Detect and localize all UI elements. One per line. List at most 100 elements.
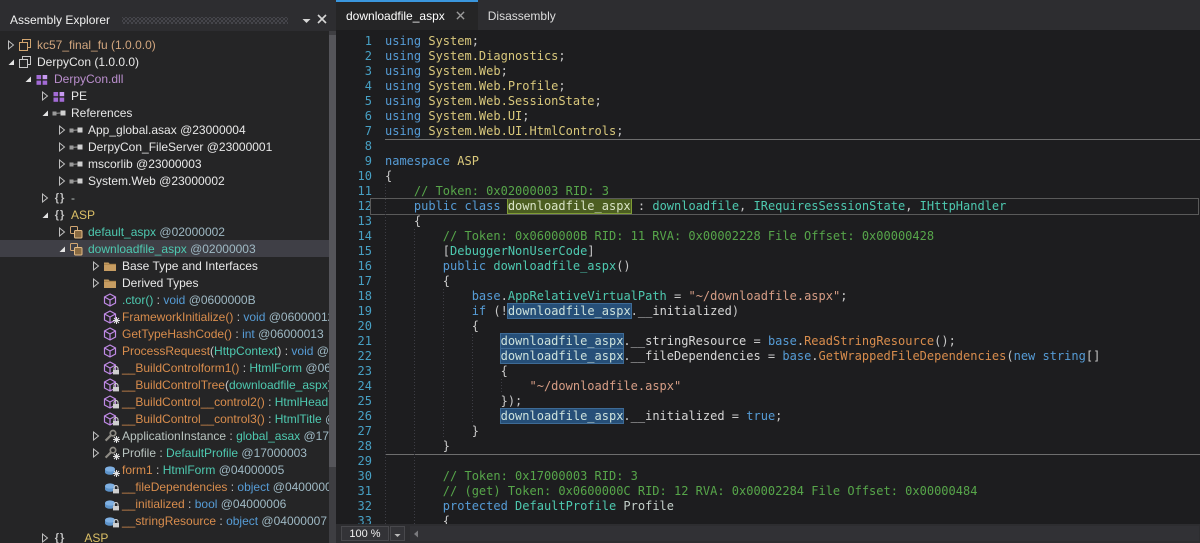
tree-item[interactable]: __BuildControl__control3() : HtmlTitle @ [0, 410, 329, 427]
expander-collapsed-icon[interactable] [4, 37, 17, 53]
tree-item[interactable]: .ctor() : void @0600000B [0, 291, 329, 308]
code-line-16: 16 public downloadfile_aspx() [336, 259, 1200, 274]
tab-close-button[interactable] [454, 9, 468, 23]
tree-item[interactable]: __fileDependencies : object @04000008 [0, 478, 329, 495]
expander-expanded-icon[interactable] [38, 105, 51, 121]
code-reference-highlight[interactable]: downloadfile_aspx [501, 349, 624, 363]
tab-disassembly[interactable]: Disassembly [478, 0, 566, 30]
tree-item[interactable]: PE [0, 87, 329, 104]
tree-item[interactable]: DerpyCon.dll [0, 70, 329, 87]
tree-item[interactable]: DerpyCon (1.0.0.0) [0, 53, 329, 70]
tree-item[interactable]: FrameworkInitialize() : void @06000012 [0, 308, 329, 325]
tree-item[interactable]: { }__ASP [0, 529, 329, 543]
expander-expanded-icon[interactable] [21, 71, 34, 87]
class-icon [68, 224, 84, 240]
code-token: { [472, 319, 479, 333]
code-token: [] [1086, 349, 1100, 363]
tree-item[interactable]: __stringResource : object @04000007 [0, 512, 329, 529]
tree-item[interactable]: __BuildControlTree(downloadfile_aspx) : [0, 376, 329, 393]
tree-item[interactable]: __initialized : bool @04000006 [0, 495, 329, 512]
zoom-level-select[interactable]: 100 % [341, 526, 389, 541]
expander-collapsed-icon[interactable] [55, 156, 68, 172]
code-text: using System.Web; [385, 64, 508, 78]
indent-guide [385, 304, 386, 319]
tree-item-label: __initialized : bool @04000006 [122, 497, 286, 511]
code-reference-highlight[interactable]: downloadfile_aspx [508, 304, 631, 318]
tree-scrollbar-thumb[interactable] [329, 35, 336, 467]
expander-expanded-icon[interactable] [55, 241, 68, 257]
tree-item[interactable]: GetTypeHashCode() : int @06000013 [0, 325, 329, 342]
code-token: ReadStringResource [804, 334, 934, 348]
editor-hscrollbar[interactable] [410, 526, 1199, 541]
expander-collapsed-icon[interactable] [89, 428, 102, 444]
code-token: ) [732, 304, 739, 318]
tree-item[interactable]: DerpyCon_FileServer @23000001 [0, 138, 329, 155]
panel-menu-button[interactable] [298, 12, 314, 28]
code-token: "~/downloadfile.aspx" [688, 289, 840, 303]
tree-item[interactable]: { }- [0, 189, 329, 206]
expander-collapsed-icon[interactable] [55, 139, 68, 155]
tree-item-label: __BuildControlform1() : HtmlForm @060 [122, 361, 329, 375]
code-token: { [443, 274, 450, 288]
tree-item[interactable]: { }ASP [0, 206, 329, 223]
panel-drag-grip[interactable] [122, 17, 288, 24]
code-editor[interactable]: 1using System;2using System.Diagnostics;… [336, 30, 1200, 524]
indent-guide [472, 379, 473, 394]
tree-item[interactable]: downloadfile_aspx @02000003 [0, 240, 329, 257]
expander-collapsed-icon[interactable] [89, 445, 102, 461]
indent-guide [414, 499, 415, 514]
tree-item-label: __ASP [71, 531, 108, 543]
folder-icon [102, 275, 118, 291]
code-token: ; [840, 289, 847, 303]
tree-scrollbar[interactable] [329, 31, 336, 543]
indent-guide [414, 244, 415, 259]
indent-guide [385, 289, 386, 304]
line-number: 3 [336, 64, 372, 79]
tree-item[interactable]: __BuildControl__control2() : HtmlHead @ [0, 393, 329, 410]
indent-guide [472, 349, 473, 364]
expander-collapsed-icon[interactable] [55, 122, 68, 138]
tree-item[interactable]: __BuildControlform1() : HtmlForm @060 [0, 359, 329, 376]
tree-item[interactable]: kc57_final_fu (1.0.0.0) [0, 36, 329, 53]
tree-item[interactable]: Derived Types [0, 274, 329, 291]
tree-item[interactable]: form1 : HtmlForm @04000005 [0, 461, 329, 478]
code-token: GetWrappedFileDependencies [819, 349, 1007, 363]
tree-item[interactable]: default_aspx @02000002 [0, 223, 329, 240]
indent-guide [443, 289, 444, 304]
indent-guide [385, 214, 386, 229]
line-number: 9 [336, 154, 372, 169]
zoom-dropdown-button[interactable] [390, 526, 405, 541]
indent-guide [385, 394, 386, 409]
panel-close-button[interactable] [314, 12, 330, 28]
tree-item[interactable]: mscorlib @23000003 [0, 155, 329, 172]
tree-item-label: Profile : DefaultProfile @17000003 [122, 446, 307, 460]
expander-collapsed-icon[interactable] [55, 224, 68, 240]
code-reference-highlight[interactable]: downloadfile_aspx [508, 199, 631, 213]
code-token: ; [558, 49, 565, 63]
expander-collapsed-icon[interactable] [38, 88, 51, 104]
tab-downloadfile-aspx[interactable]: downloadfile_aspx [336, 0, 478, 30]
tree-item[interactable]: ApplicationInstance : global_asax @1700 [0, 427, 329, 444]
assembly-icon [17, 54, 33, 70]
tree-item[interactable]: Base Type and Interfaces [0, 257, 329, 274]
field-icon [102, 513, 118, 529]
tree-item[interactable]: Profile : DefaultProfile @17000003 [0, 444, 329, 461]
expander-expanded-icon[interactable] [38, 207, 51, 223]
code-line-12: 12 public class downloadfile_aspx : down… [336, 199, 1200, 214]
expander-collapsed-icon[interactable] [55, 173, 68, 189]
line-number: 29 [336, 454, 372, 469]
tree-item[interactable]: App_global.asax @23000004 [0, 121, 329, 138]
indent-guide [385, 229, 386, 244]
expander-collapsed-icon[interactable] [38, 190, 51, 206]
tree-item[interactable]: System.Web @23000002 [0, 172, 329, 189]
tree-item[interactable]: ProcessRequest(HttpContext) : void @06 [0, 342, 329, 359]
expander-expanded-icon[interactable] [4, 54, 17, 70]
expander-collapsed-icon[interactable] [89, 258, 102, 274]
tree-item[interactable]: References [0, 104, 329, 121]
code-token: ; [472, 34, 479, 48]
code-reference-highlight[interactable]: downloadfile_aspx [501, 334, 624, 348]
expander-collapsed-icon[interactable] [89, 275, 102, 291]
expander-collapsed-icon[interactable] [38, 530, 51, 543]
code-reference-highlight[interactable]: downloadfile_aspx [501, 409, 624, 423]
lock-icon [112, 483, 120, 496]
